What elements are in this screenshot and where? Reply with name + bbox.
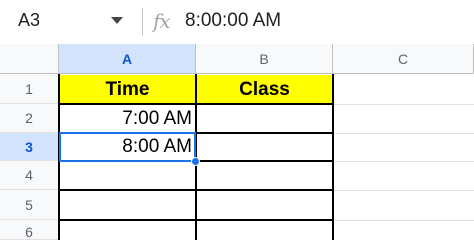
column-header-a[interactable]: A	[59, 44, 196, 74]
selection-outline	[59, 132, 196, 162]
gridline	[333, 220, 474, 221]
chevron-down-icon[interactable]	[111, 17, 123, 24]
row-header-2[interactable]: 2	[0, 104, 59, 133]
row-header-6[interactable]: 6	[0, 220, 59, 240]
cell-a2[interactable]: 7:00 AM	[59, 105, 196, 133]
column-header-b[interactable]: B	[196, 44, 333, 74]
name-box[interactable]: A3	[18, 10, 40, 31]
cell-a1[interactable]: Time	[59, 75, 196, 104]
formula-input[interactable]: 8:00:00 AM	[185, 10, 281, 32]
gridline	[333, 190, 474, 191]
gridline	[333, 161, 474, 162]
row-header-5[interactable]: 5	[0, 190, 59, 220]
row-header-4[interactable]: 4	[0, 161, 59, 190]
formula-bar-divider	[142, 8, 143, 36]
select-all-corner[interactable]	[0, 44, 59, 74]
spreadsheet-grid: A B C 1 2 3 4 5 6 Time Class 7:00 AM 8:0…	[0, 44, 474, 240]
cell-border	[332, 74, 334, 240]
fill-handle[interactable]	[191, 157, 200, 166]
formula-bar: A3 fx 8:00:00 AM	[0, 0, 474, 44]
function-icon: fx	[153, 9, 171, 33]
cell-b1[interactable]: Class	[196, 75, 333, 104]
row-header-3[interactable]: 3	[0, 133, 59, 161]
column-header-c[interactable]: C	[333, 44, 474, 74]
gridline	[333, 104, 474, 105]
gridline	[333, 133, 474, 134]
row-header-1[interactable]: 1	[0, 74, 59, 104]
